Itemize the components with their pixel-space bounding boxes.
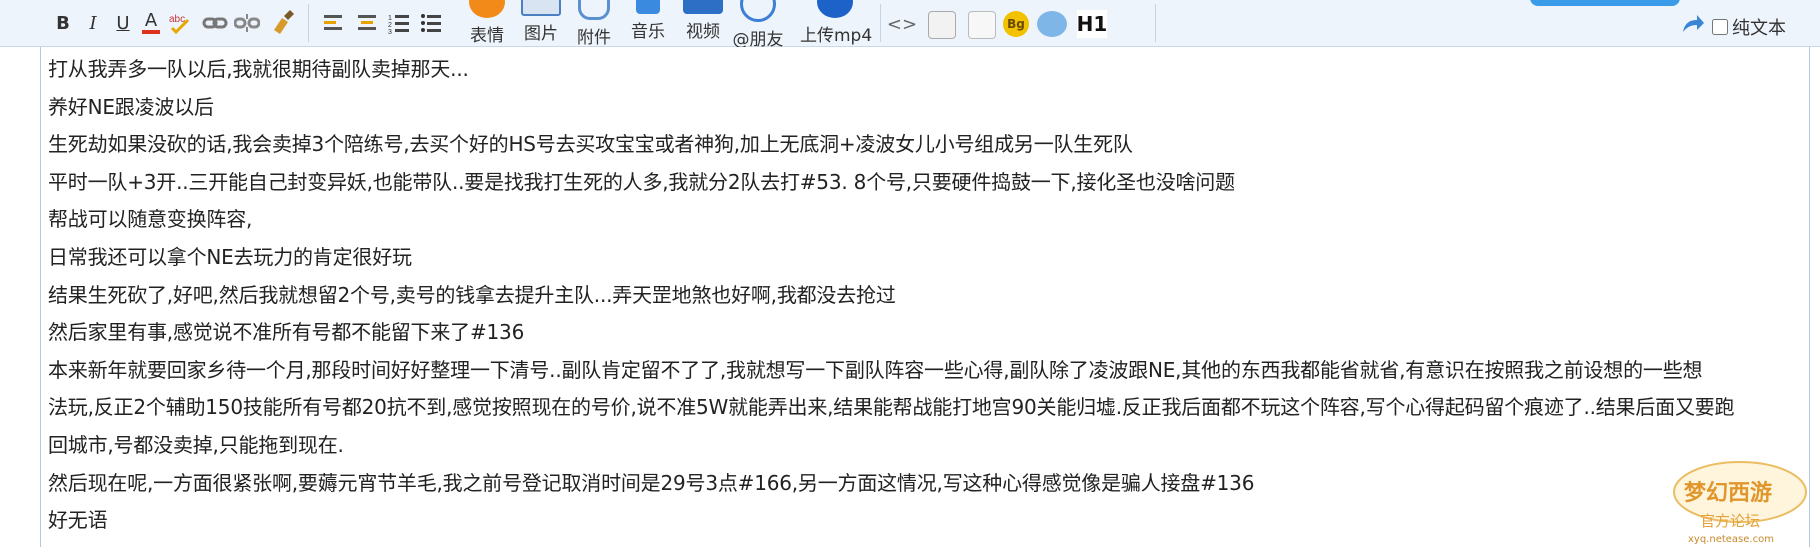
- video-icon: [683, 0, 723, 14]
- font-color-bar: [142, 30, 160, 34]
- editor-line[interactable]: 本来新年就要回家乡待一个月,那段时间好好整理一下清号..副队肯定留不了了,我就想…: [48, 352, 1798, 390]
- spellcheck-icon[interactable]: abc: [166, 8, 196, 38]
- editor-line[interactable]: 回城市,号都没卖掉,只能拖到现在.: [48, 427, 1798, 465]
- share-icon[interactable]: [1680, 12, 1706, 36]
- svg-text:1: 1: [388, 15, 392, 22]
- toolbar-divider: [308, 4, 309, 42]
- ordered-list-icon[interactable]: 123: [386, 10, 412, 36]
- unlink-icon[interactable]: [232, 8, 262, 38]
- editor-line[interactable]: 日常我还可以拿个NE去玩力的肯定很好玩: [48, 239, 1798, 277]
- align-left-icon[interactable]: [320, 10, 346, 36]
- video-button[interactable]: 视频: [672, 0, 734, 46]
- editor-line[interactable]: 好无语: [48, 502, 1798, 540]
- quote-icon[interactable]: [928, 11, 956, 39]
- editor-line[interactable]: 打从我弄多一队以后,我就很期待副队卖掉那天...: [48, 51, 1798, 89]
- editor-line[interactable]: 然后现在呢,一方面很紧张啊,要薅元宵节羊毛,我之前号登记取消时间是29号3点#1…: [48, 465, 1798, 503]
- editor-line[interactable]: 养好NE跟凌波以后: [48, 89, 1798, 127]
- plain-text-checkbox[interactable]: [1712, 19, 1728, 35]
- ghost-icon[interactable]: [1037, 11, 1067, 37]
- svg-text:2: 2: [388, 22, 392, 29]
- emoji-icon: [469, 0, 505, 18]
- music-button[interactable]: 音乐: [617, 0, 679, 46]
- editor-line[interactable]: 结果生死砍了,好吧,然后我就想留2个号,卖号的钱拿去提升主队...弄天罡地煞也好…: [48, 277, 1798, 315]
- image-icon: [521, 0, 561, 16]
- unordered-list-icon[interactable]: [418, 10, 444, 36]
- editor-content[interactable]: 打从我弄多一队以后,我就很期待副队卖掉那天... 养好NE跟凌波以后 生死劫如果…: [48, 51, 1798, 540]
- svg-text:梦幻西游: 梦幻西游: [1684, 480, 1772, 506]
- attachment-icon: [578, 0, 610, 20]
- plain-text-toggle[interactable]: 纯文本: [1712, 14, 1786, 40]
- italic-button[interactable]: I: [80, 8, 106, 38]
- editor-line[interactable]: 平时一队+3开..三开能自己封变异妖,也能带队..要是找我打生死的人多,我就分2…: [48, 164, 1798, 202]
- submit-button[interactable]: [1530, 0, 1680, 6]
- editor-line[interactable]: 生死劫如果没砍的话,我会卖掉3个陪练号,去买个好的HS号去买攻宝宝或者神狗,加上…: [48, 126, 1798, 164]
- background-color-icon[interactable]: Bg: [1003, 11, 1029, 37]
- at-icon: [740, 0, 776, 22]
- editor-toolbar: B I U A abc 123 表情 图片 附件 音乐 视频 @朋友 上传mp4…: [0, 0, 1820, 50]
- clear-format-icon[interactable]: [266, 6, 298, 38]
- editor-body[interactable]: 打从我弄多一队以后,我就很期待副队卖掉那天... 养好NE跟凌波以后 生死劫如果…: [40, 47, 1810, 547]
- editor-line[interactable]: 帮战可以随意变换阵容,: [48, 201, 1798, 239]
- link-icon[interactable]: [200, 8, 230, 38]
- music-icon: [636, 0, 660, 14]
- code-icon[interactable]: <>: [887, 10, 917, 38]
- heading-button[interactable]: H1: [1077, 10, 1107, 38]
- editor-line[interactable]: 法玩,反正2个辅助150技能所有号都20抗不到,感觉按照现在的号价,说不准5W就…: [48, 389, 1798, 427]
- svg-text:3: 3: [388, 29, 392, 34]
- underline-button[interactable]: U: [110, 8, 136, 38]
- emoji-button[interactable]: 表情: [456, 0, 518, 46]
- svg-text:官方论坛: 官方论坛: [1700, 512, 1760, 530]
- table-icon[interactable]: [968, 11, 996, 39]
- toolbar-divider: [880, 4, 881, 42]
- editor-line[interactable]: 然后家里有事,感觉说不准所有号都不能留下来了#136: [48, 314, 1798, 352]
- svg-text:xyq.netease.com: xyq.netease.com: [1688, 534, 1774, 544]
- attachment-button[interactable]: 附件: [563, 0, 625, 48]
- forum-logo: 梦幻西游 官方论坛 xyq.netease.com: [1670, 456, 1810, 545]
- font-color-button[interactable]: A: [138, 8, 164, 38]
- upload-mp4-button[interactable]: 上传mp4: [800, 0, 872, 46]
- toolbar-divider: [1155, 4, 1156, 42]
- mention-button[interactable]: @朋友: [727, 0, 789, 50]
- align-center-icon[interactable]: [354, 10, 380, 36]
- upload-icon: [817, 0, 853, 18]
- bold-button[interactable]: B: [50, 8, 76, 38]
